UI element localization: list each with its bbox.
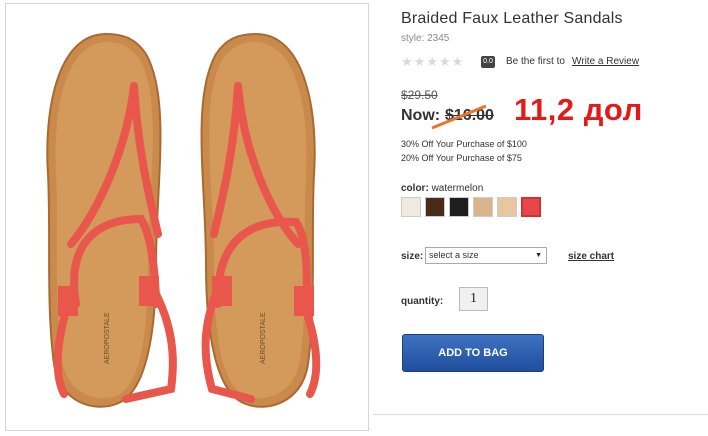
star-icon[interactable]: ★ — [414, 55, 426, 69]
product-image: AEROPOSTALE AEROPOSTALE — [5, 3, 369, 431]
handwritten-price-annotation: 11,2 дол — [514, 92, 643, 127]
divider — [373, 414, 708, 415]
style-number: style: 2345 — [401, 33, 450, 44]
rating-stars[interactable]: ★ ★ ★ ★ ★ — [401, 55, 463, 69]
write-review-link[interactable]: Write a Review — [572, 56, 639, 67]
add-to-bag-button[interactable]: ADD TO BAG — [402, 334, 544, 372]
color-swatches — [401, 197, 541, 217]
sandal-illustration: AEROPOSTALE AEROPOSTALE — [46, 32, 321, 408]
star-icon[interactable]: ★ — [401, 55, 413, 69]
swatch-watermelon[interactable] — [521, 197, 541, 217]
size-select-value: select a size — [429, 250, 479, 260]
swatch-tan-multi[interactable] — [473, 197, 493, 217]
price-strike-annotation — [431, 104, 487, 130]
star-icon[interactable]: ★ — [439, 55, 451, 69]
review-prompt: Be the first to — [506, 56, 565, 67]
product-title: Braided Faux Leather Sandals — [401, 10, 623, 27]
color-label: color: watermelon — [401, 183, 483, 194]
star-icon[interactable]: ★ — [426, 55, 438, 69]
selected-color: watermelon — [431, 183, 484, 194]
swatch-black[interactable] — [449, 197, 469, 217]
size-chart-link[interactable]: size chart — [568, 251, 614, 262]
quantity-input[interactable]: 1 — [459, 287, 488, 311]
swatch-natural[interactable] — [497, 197, 517, 217]
color-label-text: color: — [401, 183, 429, 194]
promo-line: 20% Off Your Purchase of $75 — [401, 153, 522, 163]
left-brand-mark: AEROPOSTALE — [104, 312, 111, 364]
right-brand-mark: AEROPOSTALE — [260, 312, 267, 364]
chevron-down-icon: ▼ — [535, 252, 542, 259]
size-label: size: — [401, 251, 424, 262]
quantity-label: quantity: — [401, 296, 444, 307]
size-select[interactable]: select a size ▼ — [425, 247, 547, 264]
rating-badge: 0.0 — [481, 56, 495, 68]
swatch-white[interactable] — [401, 197, 421, 217]
swatch-dark-brown[interactable] — [425, 197, 445, 217]
star-icon[interactable]: ★ — [452, 55, 464, 69]
promo-line: 30% Off Your Purchase of $100 — [401, 139, 527, 149]
